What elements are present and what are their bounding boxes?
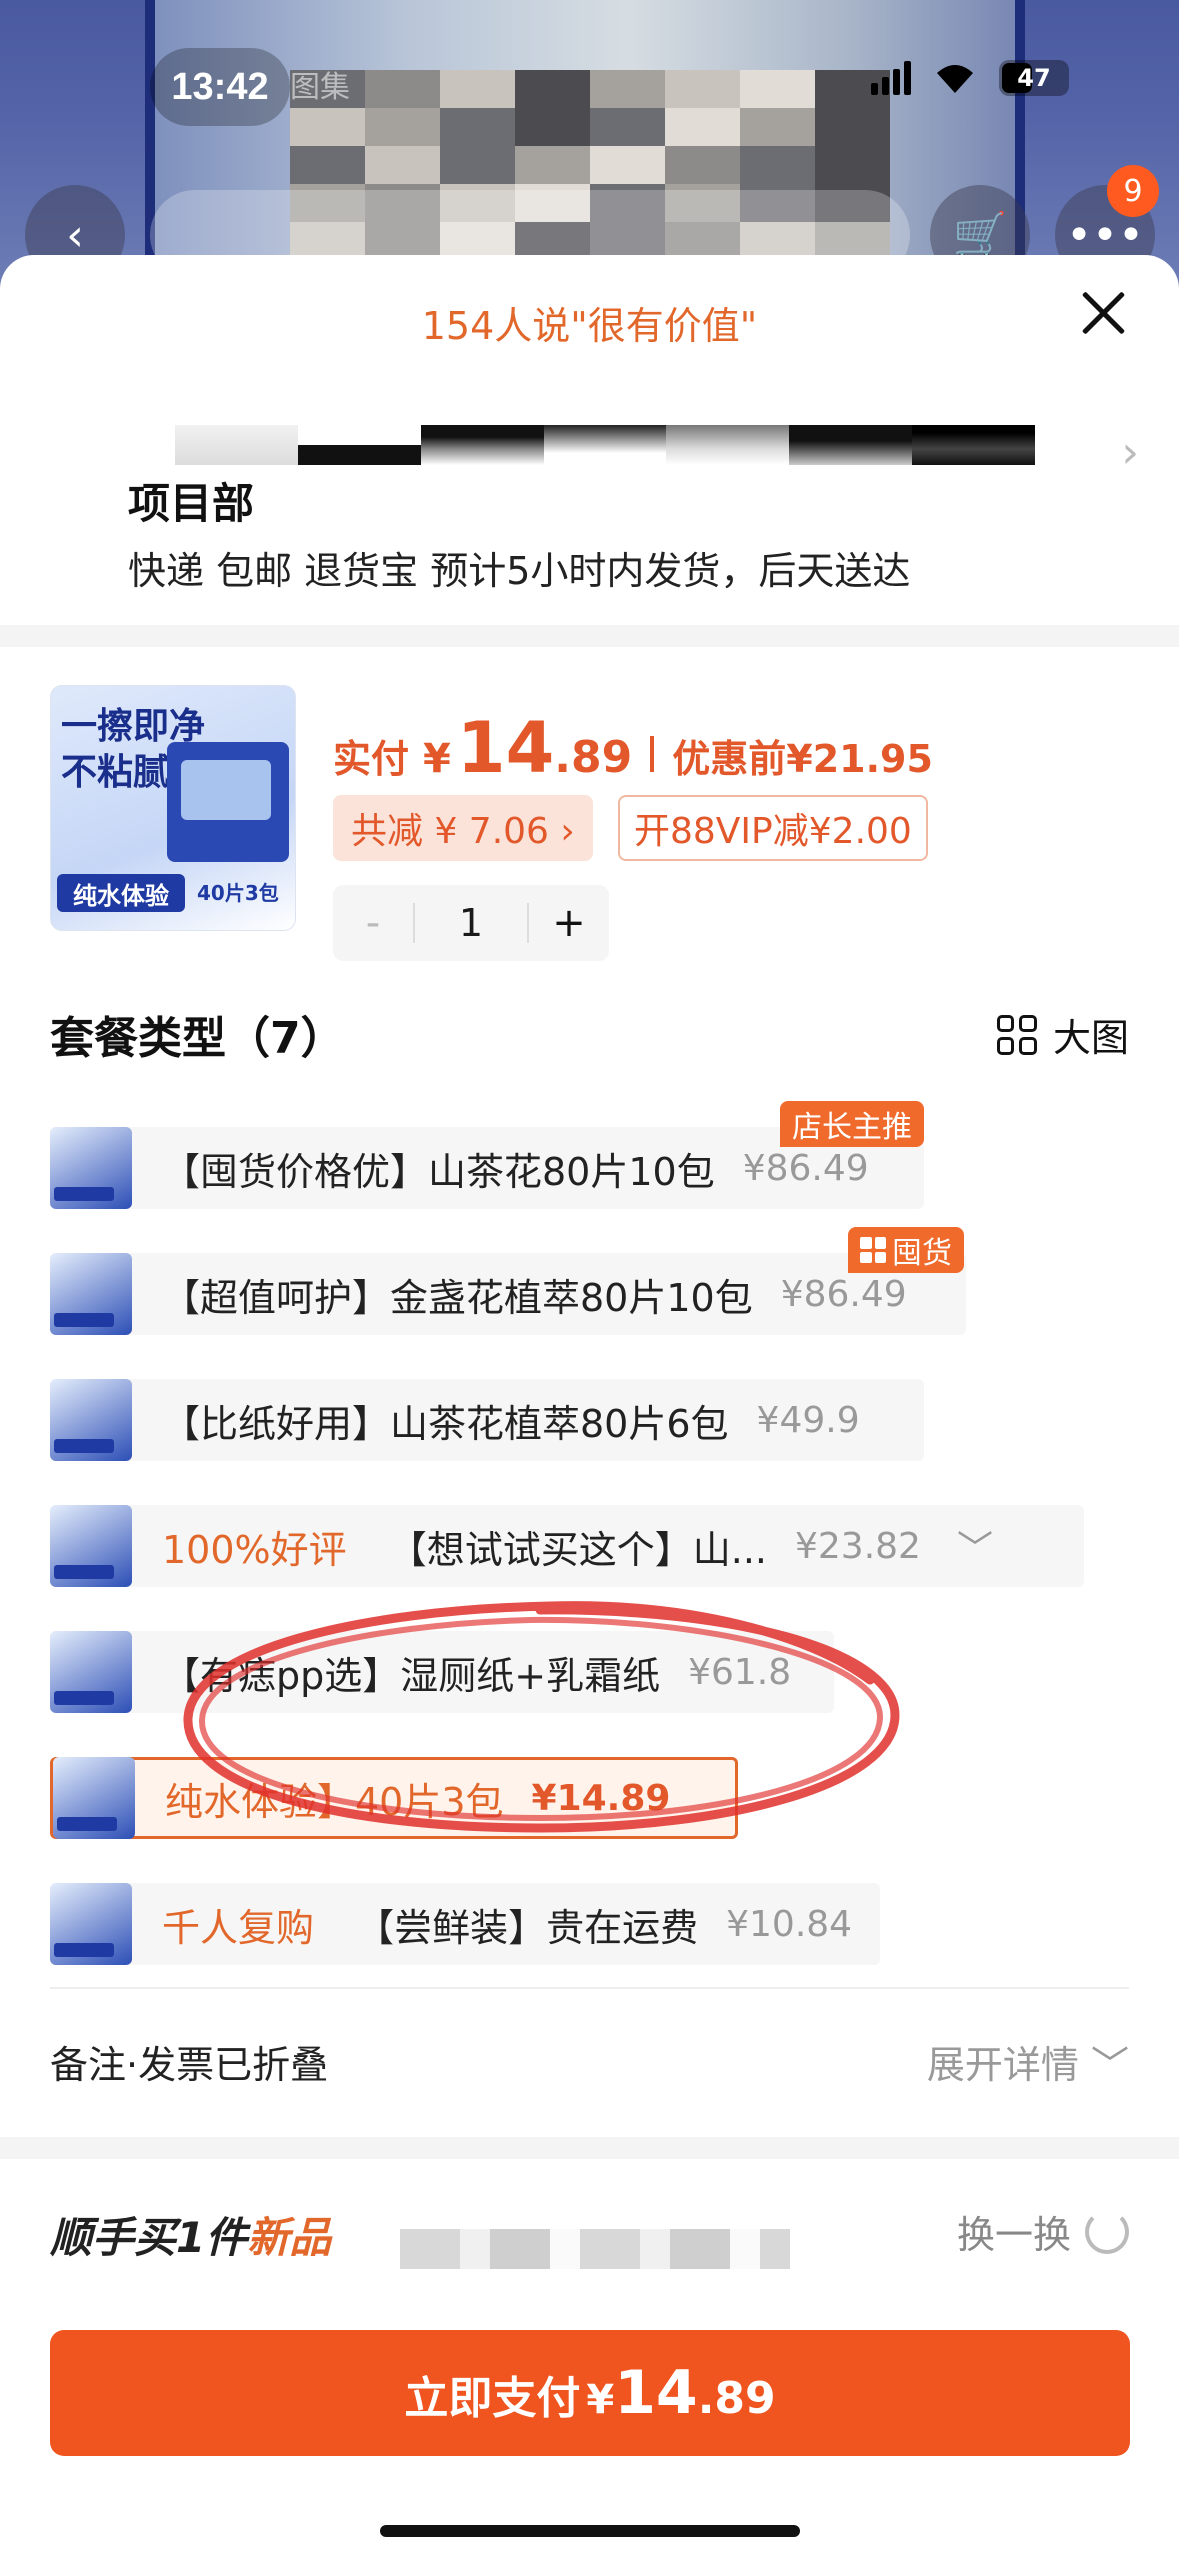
variant-label: 【囤货价格优】山茶花80片10包 (162, 1149, 715, 1194)
variant-price: ¥10.84 (726, 1903, 853, 1945)
variant-thumbnail (50, 1379, 132, 1461)
variant-price: ¥49.9 (756, 1399, 860, 1441)
vip-offer-button[interactable]: 开88VIP减¥2.00 (618, 795, 928, 861)
pay-currency: ¥ (586, 2377, 615, 2423)
variant-label: 【比纸好用】山茶花植萃80片6包 (162, 1401, 729, 1446)
variant-header: 套餐类型（7） 大图 (0, 977, 1179, 1087)
product-thumbnail[interactable]: 一擦即净 不粘腻 纯水体验 40片3包 (50, 685, 296, 931)
addon-title-main: 顺手买1件 (50, 2213, 248, 2262)
variant-highlight: 千人复购 (162, 1905, 315, 1950)
variant-label: 【尝鲜装】贵在运费 (356, 1905, 699, 1950)
section-divider (0, 2137, 1179, 2159)
big-view-toggle[interactable]: 大图 (996, 1007, 1129, 1062)
variant-option[interactable]: 【有痣pp选】湿厕纸+乳霜纸 ¥61.8 (50, 1631, 834, 1713)
discount-detail-button[interactable]: 共减 ¥ 7.06 › (333, 795, 593, 861)
stockup-badge-label: 囤货 (892, 1236, 952, 1271)
cart-icon: 🛒 (952, 210, 1008, 261)
variant-option[interactable]: 千人复购 【尝鲜装】贵在运费 ¥10.84 (50, 1883, 880, 1965)
variant-label: 【想试试买这个】山... (388, 1527, 767, 1572)
grid-icon (860, 1237, 886, 1263)
shipping-address[interactable]: 项目部 快递 包邮 退货宝 预计5小时内发货，后天送达 › (0, 405, 1179, 635)
product-package-image (167, 742, 289, 862)
price-row: 实付 ¥ 14 .89 优惠前 ¥21.95 (333, 707, 933, 789)
variant-thumbnail (50, 1127, 132, 1209)
battery-level: 47 (1017, 64, 1051, 92)
original-price: ¥21.95 (786, 737, 933, 781)
variant-thumbnail (50, 1253, 132, 1335)
remark-invoice-row[interactable]: 备注·发票已折叠 展开详情 ﹀ (50, 1987, 1129, 2137)
variant-thumbnail (50, 1883, 132, 1965)
chevron-left-icon: ‹ (66, 209, 84, 261)
checkout-sheet: 154人说"很有价值" 项目部 快递 包邮 退货宝 预计5小时内发货，后天送达 … (0, 255, 1179, 2556)
remark-label: 备注·发票已折叠 (50, 2043, 329, 2087)
pay-now-button[interactable]: 立即支付 ¥ 14 .89 (50, 2330, 1130, 2456)
variant-price: ¥86.49 (780, 1273, 907, 1315)
price-decimal: .89 (554, 732, 633, 783)
addon-row: 顺手买1件新品 换一换 (0, 2159, 1179, 2289)
price-currency: ¥ (423, 736, 451, 782)
variant-thumbnail (50, 1631, 132, 1713)
variant-highlight: 100%好评 (162, 1527, 347, 1572)
status-icons: 47 (871, 60, 1069, 96)
more-icon: ••• (1066, 209, 1144, 261)
redacted-address (175, 425, 1036, 465)
grid-icon (996, 1014, 1037, 1055)
variant-thumbnail (50, 1505, 132, 1587)
variant-option-selected[interactable]: 纯水体验】40片3包 ¥14.89 (50, 1757, 738, 1839)
thumb-count: 40片3包 (197, 881, 279, 905)
variant-option[interactable]: 100%好评 【想试试买这个】山... ¥23.82 ﹀ (50, 1505, 1084, 1587)
sheet-header: 154人说"很有价值" 项目部 快递 包邮 退货宝 预计5小时内发货，后天送达 … (0, 255, 1179, 625)
chevron-right-icon: › (1121, 427, 1139, 478)
stockup-badge: 囤货 (848, 1227, 964, 1273)
refresh-icon (1085, 2209, 1129, 2254)
status-bar: 13:42 图集 47 (0, 0, 1179, 170)
quantity-stepper: - 1 + (333, 885, 609, 961)
pay-label: 立即支付 (404, 2373, 581, 2424)
recommend-badge: 店长主推 (780, 1101, 924, 1147)
variant-list: 【囤货价格优】山茶花80片10包 ¥86.49 店长主推 【超值呵护】金盏花植萃… (0, 1087, 1179, 1987)
variant-price: ¥61.8 (688, 1651, 792, 1693)
pay-amount-decimal: .89 (697, 2373, 776, 2424)
chevron-down-icon[interactable]: ﹀ (957, 1520, 993, 1572)
price-label: 实付 (333, 737, 410, 781)
variant-label: 纯水体验】40片3包 (165, 1779, 504, 1824)
redacted-addon-item (400, 2229, 790, 2269)
swap-label: 换一换 (956, 2213, 1071, 2257)
wifi-icon (933, 61, 977, 95)
variant-label: 【超值呵护】金盏花植萃80片10包 (162, 1275, 753, 1320)
price-separator (650, 736, 655, 772)
increment-button[interactable]: + (529, 900, 609, 946)
price-integer: 14 (456, 707, 555, 789)
thumb-badge: 纯水体验 (57, 874, 185, 912)
variant-price: ¥86.49 (742, 1147, 869, 1189)
home-indicator (380, 2525, 800, 2537)
swap-button[interactable]: 换一换 (957, 2204, 1129, 2259)
praise-banner: 154人说"很有价值" (421, 304, 758, 348)
pay-amount-integer: 14 (614, 2358, 698, 2428)
variant-section-title: 套餐类型（7） (50, 1013, 345, 1064)
variant-price: ¥14.89 (531, 1777, 671, 1819)
expand-details-button[interactable]: 展开详情 ﹀ (927, 2034, 1129, 2089)
variant-thumbnail (53, 1757, 135, 1839)
notification-badge: 9 (1107, 165, 1159, 217)
quantity-value[interactable]: 1 (413, 903, 529, 943)
close-button[interactable] (1075, 285, 1131, 341)
cellular-signal-icon (871, 61, 911, 95)
variant-option[interactable]: 【超值呵护】金盏花植萃80片10包 ¥86.49 (50, 1253, 966, 1335)
battery-icon: 47 (999, 60, 1069, 96)
address-recipient: 项目部 (128, 479, 255, 528)
decrement-button[interactable]: - (333, 900, 413, 946)
product-summary: 一擦即净 不粘腻 纯水体验 40片3包 实付 ¥ 14 .89 优惠前 ¥21.… (0, 647, 1179, 977)
variant-price: ¥23.82 (794, 1525, 921, 1567)
delivery-info: 快递 包邮 退货宝 预计5小时内发货，后天送达 (128, 549, 911, 593)
original-price-label: 优惠前 (672, 737, 787, 781)
addon-title-new: 新品 (247, 2213, 332, 2262)
variant-option[interactable]: 【比纸好用】山茶花植萃80片6包 ¥49.9 (50, 1379, 924, 1461)
status-time: 13:42 (150, 48, 290, 126)
addon-title: 顺手买1件新品 (50, 2204, 331, 2265)
background-tab-label: 图集 (290, 70, 350, 105)
big-view-label: 大图 (1052, 1016, 1129, 1060)
variant-label: 【有痣pp选】湿厕纸+乳霜纸 (162, 1653, 661, 1698)
